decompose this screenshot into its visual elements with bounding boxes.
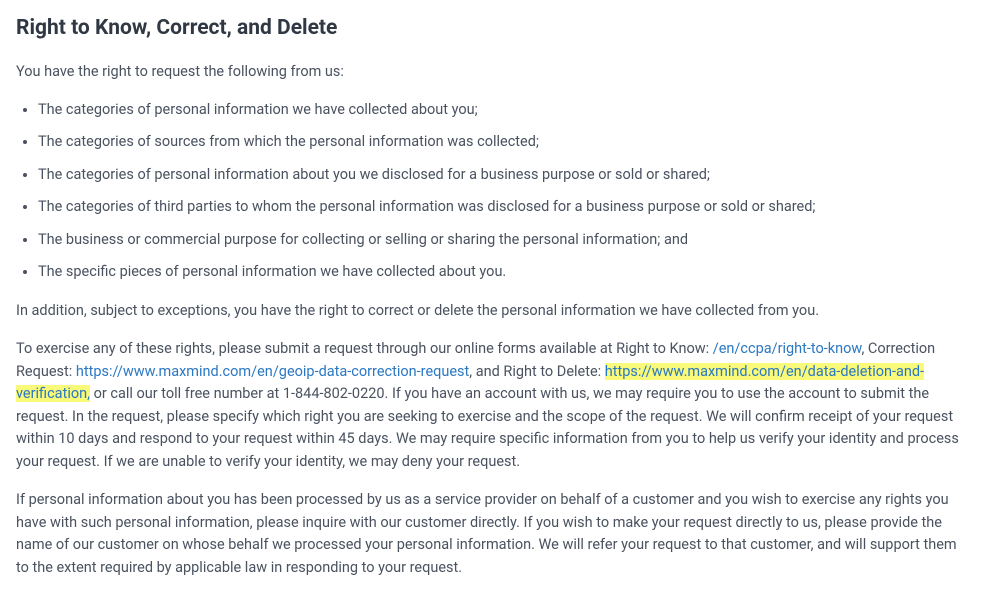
list-item: The categories of personal information a…	[38, 164, 965, 186]
list-item: The categories of sources from which the…	[38, 131, 965, 153]
list-item: The categories of personal information w…	[38, 99, 965, 121]
rights-list: The categories of personal information w…	[16, 99, 965, 284]
right-to-know-link[interactable]: /en/ccpa/right-to-know	[713, 340, 862, 357]
exercise-mid2: , and Right to Delete:	[469, 363, 604, 380]
exercise-tail: or call our toll free number at 1-844-80…	[16, 385, 959, 469]
intro-paragraph: You have the right to request the follow…	[16, 61, 965, 83]
section-heading: Right to Know, Correct, and Delete	[16, 12, 965, 45]
exercise-paragraph: To exercise any of these rights, please …	[16, 338, 965, 473]
exercise-lead: To exercise any of these rights, please …	[16, 340, 713, 357]
addition-paragraph: In addition, subject to exceptions, you …	[16, 300, 965, 322]
service-provider-paragraph: If personal information about you has be…	[16, 489, 965, 579]
correction-request-link[interactable]: https://www.maxmind.com/en/geoip-data-co…	[76, 363, 469, 380]
list-item: The business or commercial purpose for c…	[38, 229, 965, 251]
list-item: The specific pieces of personal informat…	[38, 261, 965, 283]
list-item: The categories of third parties to whom …	[38, 196, 965, 218]
